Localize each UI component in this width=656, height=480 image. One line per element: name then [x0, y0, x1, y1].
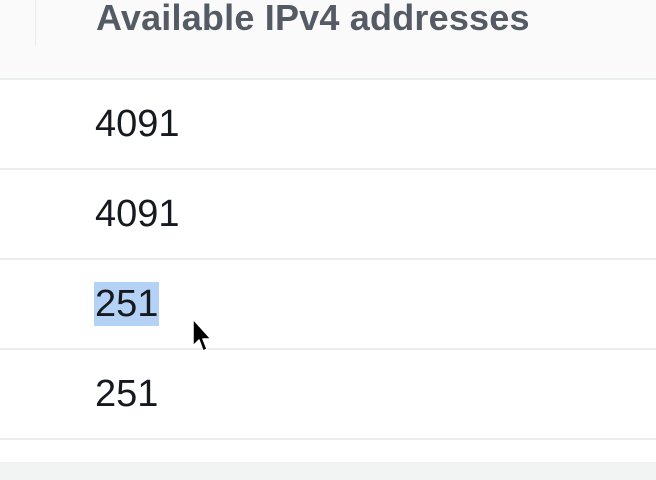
- available-ipv4-cell-selected: 251: [94, 282, 160, 326]
- table-row[interactable]: 4091: [0, 170, 656, 260]
- available-ipv4-cell: 251: [95, 373, 159, 415]
- table-row[interactable]: 4091: [0, 80, 656, 170]
- available-ipv4-cell: 4091: [95, 103, 180, 145]
- mouse-pointer-icon: [192, 318, 212, 352]
- table-footer: [0, 440, 656, 480]
- table-header: Available IPv4 addresses: [0, 0, 656, 80]
- table-row[interactable]: 251: [0, 260, 656, 350]
- available-ipv4-cell: 4091: [95, 193, 180, 235]
- column-divider[interactable]: [35, 0, 36, 46]
- horizontal-scrollbar[interactable]: [0, 462, 656, 480]
- table-row[interactable]: 251: [0, 350, 656, 440]
- subnets-table: Available IPv4 addresses 4091 4091 251 2…: [0, 0, 656, 480]
- column-header-available-ipv4[interactable]: Available IPv4 addresses: [96, 0, 530, 40]
